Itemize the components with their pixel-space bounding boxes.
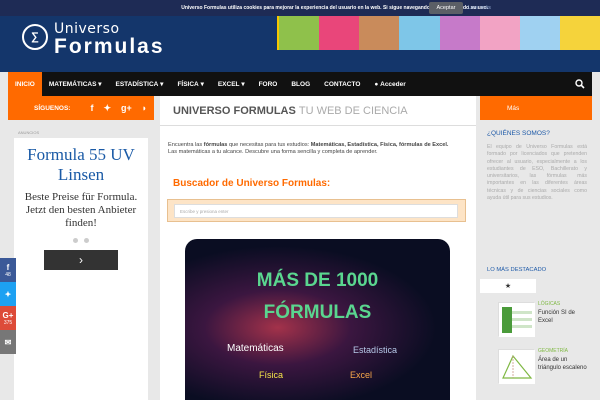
featured-tabs: ★: [480, 279, 592, 293]
email-icon: ✉: [4, 337, 12, 347]
nav-contacto[interactable]: CONTACTO: [317, 72, 367, 96]
google-share-count: 375: [3, 319, 13, 326]
star-icon[interactable]: ★: [480, 279, 536, 293]
site-header: ∑ Universo Formulas: [0, 16, 600, 72]
share-facebook-button[interactable]: f 48: [0, 258, 16, 282]
hero-word-excel: Excel: [350, 370, 373, 380]
post-title[interactable]: Área de un triángulo escaleno: [538, 356, 590, 372]
featured-heading: LO MÁS DESTACADO: [487, 267, 547, 273]
rss-icon[interactable]: ◗: [142, 103, 147, 114]
featured-post[interactable]: GEOMETRÍA Área de un triángulo escaleno: [480, 345, 592, 391]
nav-foro[interactable]: FORO: [252, 72, 285, 96]
cookie-bar: Universo Formulas utiliza cookies para m…: [0, 0, 600, 16]
hero-banner[interactable]: MÁS DE 1000 FÓRMULAS Matemáticas Estadís…: [185, 239, 450, 400]
cookie-read-more-link[interactable]: Leer más: [468, 0, 491, 16]
follow-us-label: SÍGUENOS:: [34, 104, 71, 112]
hero-word-matematicas: Matemáticas: [227, 343, 284, 354]
nav-blog[interactable]: BLOG: [284, 72, 317, 96]
share-column: f 48 ✦ G+ 375 ✉: [0, 258, 16, 354]
share-twitter-button[interactable]: ✦: [0, 282, 16, 306]
search-icon[interactable]: [568, 72, 592, 96]
post-thumbnail[interactable]: [498, 302, 535, 337]
page-title: UNIVERSO FORMULAS TU WEB DE CIENCIA: [160, 96, 476, 126]
banner-tile-pig[interactable]: [479, 16, 520, 50]
banner-tile-cartoon[interactable]: [519, 16, 560, 50]
more-tab[interactable]: Más: [480, 96, 592, 120]
chevron-down-icon: ▾: [98, 81, 102, 88]
ad-pagination: [14, 238, 148, 243]
search-input[interactable]: Escribe y presiona enter: [174, 204, 458, 218]
chevron-down-icon: ▾: [200, 81, 204, 88]
featured-post[interactable]: LÓGICAS Función SI de Excel: [480, 298, 592, 344]
banner-tile-doll[interactable]: [359, 16, 400, 50]
google-plus-icon: G+: [2, 310, 14, 320]
share-email-button[interactable]: ✉: [0, 330, 16, 354]
post-category[interactable]: LÓGICAS: [538, 301, 560, 307]
post-thumbnail[interactable]: [498, 349, 535, 384]
sidebar-ad[interactable]: Formula 55 UV Linsen Beste Preise für Fo…: [14, 138, 148, 400]
nav-excel[interactable]: EXCEL ▾: [211, 72, 252, 96]
chevron-down-icon: ▾: [160, 81, 164, 88]
hero-line2: FÓRMULAS: [263, 302, 372, 323]
right-sidebar: ¿QUIÉNES SOMOS? El equipo de Universo Fo…: [480, 120, 592, 400]
main-nav: INICIO MATEMÁTICAS ▾ ESTADÍSTICA ▾ FÍSIC…: [8, 72, 592, 96]
ad-body: Beste Preise für Formula. Jetzt den best…: [24, 191, 138, 229]
facebook-icon: f: [6, 262, 10, 272]
games-banner-ad[interactable]: [277, 16, 600, 50]
nav-estadistica[interactable]: ESTADÍSTICA ▾: [109, 72, 171, 96]
banner-tile-cat[interactable]: [279, 16, 320, 50]
hero-word-fisica: Física: [259, 370, 284, 380]
logo-text-line2[interactable]: Formulas: [54, 35, 165, 59]
nav-inicio[interactable]: INICIO: [8, 72, 42, 96]
twitter-icon: ✦: [4, 289, 12, 299]
nav-matematicas[interactable]: MATEMÁTICAS ▾: [42, 72, 109, 96]
logo-icon[interactable]: ∑: [22, 24, 48, 50]
nav-acceder[interactable]: ● Acceder: [367, 72, 412, 96]
facebook-icon[interactable]: f: [90, 103, 93, 114]
banner-tile-princess[interactable]: [399, 16, 440, 50]
user-icon: ●: [374, 80, 379, 88]
main-content: Encuentra las fórmulas que necesitas par…: [160, 126, 476, 400]
facebook-share-count: 48: [5, 271, 11, 278]
follow-us-bar: SÍGUENOS: f ✦ g+ ◗: [8, 96, 154, 120]
finder-title: Buscador de Universo Formulas:: [173, 178, 331, 189]
banner-tile-games[interactable]: [439, 16, 480, 50]
hero-line1: MÁS DE 1000: [256, 270, 379, 291]
clock-icon[interactable]: [536, 279, 592, 293]
twitter-icon[interactable]: ✦: [103, 103, 111, 114]
chevron-right-icon: ›: [79, 253, 83, 267]
post-category[interactable]: GEOMETRÍA: [538, 348, 568, 354]
hero-word-estadistica: Estadística: [353, 345, 398, 355]
chevron-down-icon: ▾: [241, 81, 245, 88]
ad-arrow-button[interactable]: ›: [44, 250, 118, 270]
banner-tile-minion[interactable]: [559, 16, 600, 50]
ad-label: ANUNCIOS: [18, 130, 40, 135]
intro-text: Encuentra las fórmulas que necesitas par…: [168, 142, 449, 155]
nav-fisica[interactable]: FÍSICA ▾: [170, 72, 210, 96]
about-heading: ¿QUIÉNES SOMOS?: [487, 130, 550, 137]
banner-tile-teeth[interactable]: [319, 16, 360, 50]
about-text: El equipo de Universo Formulas está form…: [487, 144, 587, 202]
ad-headline[interactable]: Formula 55 UV Linsen: [14, 145, 148, 185]
google-plus-icon[interactable]: g+: [121, 103, 132, 114]
post-title[interactable]: Función SI de Excel: [538, 309, 590, 325]
share-google-button[interactable]: G+ 375: [0, 306, 16, 330]
cookie-accept-button[interactable]: Aceptar: [429, 2, 463, 14]
